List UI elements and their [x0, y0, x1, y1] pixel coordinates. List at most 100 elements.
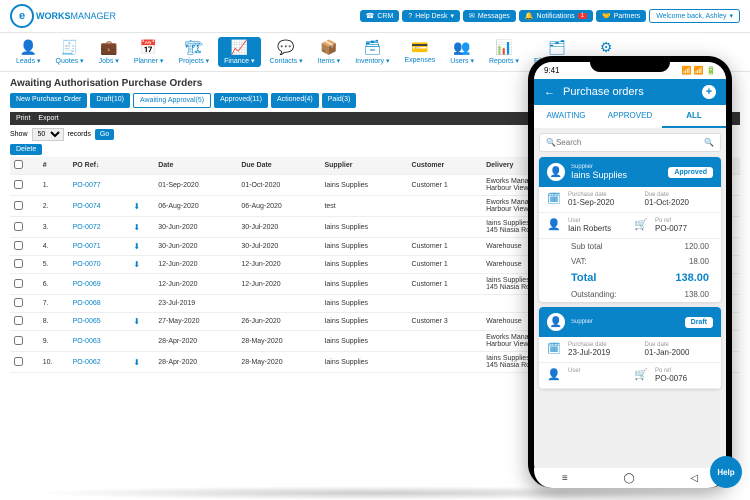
nav-icon: 🗂 [548, 39, 566, 56]
android-nav: ≡ ◯ ◁ [534, 468, 726, 488]
row-checkbox[interactable] [14, 316, 23, 325]
nav-item[interactable]: 💳Expenses [398, 37, 441, 67]
messages-link[interactable]: ✉ Messages [463, 10, 516, 22]
row-checkbox[interactable] [14, 259, 23, 268]
nav-item[interactable]: 📈Finance ▾ [218, 37, 260, 67]
back-button[interactable]: ◁ [690, 473, 698, 484]
nav-icon: 📦 [320, 39, 337, 56]
nav-item[interactable]: 📊Reports ▾ [483, 37, 525, 67]
cart-icon: 🛒 [634, 218, 647, 233]
po-ref-link[interactable]: PO-0072 [69, 217, 130, 238]
user-icon: 👤 [547, 368, 560, 383]
app-header: ← Purchase orders + [534, 79, 726, 105]
po-ref-link[interactable]: PO-0074 [69, 196, 130, 217]
po-ref-link[interactable]: PO-0069 [69, 274, 130, 295]
avatar-icon: 👤 [547, 163, 565, 181]
recent-button[interactable]: ≡ [562, 473, 568, 484]
top-links: ☎ CRM ? Help Desk ▾ ✉ Messages 🔔 Notific… [360, 9, 740, 23]
nav-item[interactable]: 📅Planner ▾ [128, 37, 170, 67]
help-fab[interactable]: Help [710, 456, 742, 488]
po-ref-link[interactable]: PO-0077 [69, 175, 130, 196]
back-arrow-icon[interactable]: ← [544, 86, 555, 98]
status-badge: Approved [668, 167, 713, 178]
row-checkbox[interactable] [14, 241, 23, 250]
export-button[interactable]: Export [38, 115, 58, 122]
nav-item[interactable]: 🧾Quotes ▾ [50, 37, 90, 67]
status-tab[interactable]: Paid(3) [322, 93, 357, 108]
cart-icon: 🛒 [634, 368, 647, 383]
phone-notch [590, 62, 670, 72]
download-icon[interactable]: ⬇ [133, 260, 140, 269]
logo: e WORKSMANAGER [10, 4, 116, 28]
avatar-icon: 👤 [547, 313, 565, 331]
nav-icon: 📈 [231, 39, 248, 56]
download-icon[interactable]: ⬇ [133, 202, 140, 211]
helpdesk-link[interactable]: ? Help Desk ▾ [402, 10, 460, 22]
calendar-icon: 🗓 [547, 342, 560, 357]
po-ref-link[interactable]: PO-0062 [69, 352, 130, 373]
nav-icon: 👤 [20, 39, 37, 56]
row-checkbox[interactable] [14, 201, 23, 210]
download-icon[interactable]: ⬇ [133, 317, 140, 326]
home-button[interactable]: ◯ [623, 473, 634, 484]
row-checkbox[interactable] [14, 298, 23, 307]
nav-icon: ⚙ [600, 39, 613, 56]
tab-approved[interactable]: APPROVED [598, 105, 662, 128]
status-tab[interactable]: Actioned(4) [271, 93, 319, 108]
status-tab[interactable]: Awaiting Approval(5) [133, 93, 211, 108]
search-icon-left: 🔍 [546, 138, 556, 147]
po-ref-link[interactable]: PO-0070 [69, 256, 130, 274]
download-icon[interactable]: ⬇ [133, 242, 140, 251]
row-checkbox[interactable] [14, 336, 23, 345]
delete-button[interactable]: Delete [10, 144, 42, 155]
nav-icon: 🏗 [185, 39, 203, 56]
go-button[interactable]: Go [95, 129, 114, 140]
nav-icon: 📅 [140, 39, 157, 56]
tab-awaiting[interactable]: AWAITING [534, 105, 598, 128]
add-button[interactable]: + [702, 85, 716, 99]
nav-item[interactable]: 👤Leads ▾ [10, 37, 47, 67]
nav-item[interactable]: 👥Users ▾ [444, 37, 480, 67]
nav-icon: 💬 [277, 39, 294, 56]
topbar: e WORKSMANAGER ☎ CRM ? Help Desk ▾ ✉ Mes… [0, 0, 750, 33]
status-tab[interactable]: Draft(10) [90, 93, 130, 108]
po-card[interactable]: 👤 Supplier Iains Supplies Approved 🗓 Pur… [539, 157, 721, 302]
tab-all[interactable]: ALL [662, 105, 726, 128]
partners-link[interactable]: 🤝 Partners [596, 10, 646, 22]
nav-icon: 💼 [100, 39, 117, 56]
records-select[interactable]: 50 [32, 128, 64, 141]
po-card[interactable]: 👤 Supplier Draft 🗓 Purchase date23-Jul-2… [539, 307, 721, 389]
search-icon-right[interactable]: 🔍 [704, 138, 714, 147]
po-ref-link[interactable]: PO-0065 [69, 313, 130, 331]
po-ref-link[interactable]: PO-0063 [69, 331, 130, 352]
row-checkbox[interactable] [14, 180, 23, 189]
nav-item[interactable]: 📦Items ▾ [312, 37, 347, 67]
nav-item[interactable]: 🏗Projects ▾ [172, 37, 215, 67]
phone-mockup: 9:41📶 📶 🔋 ← Purchase orders + AWAITING A… [528, 56, 732, 488]
row-checkbox[interactable] [14, 357, 23, 366]
status-tab[interactable]: Approved(11) [214, 93, 268, 108]
nav-item[interactable]: 💼Jobs ▾ [93, 37, 125, 67]
nav-item[interactable]: 💬Contacts ▾ [264, 37, 309, 67]
user-icon: 👤 [547, 218, 560, 233]
notifications-link[interactable]: 🔔 Notifications 1 [519, 10, 593, 22]
row-checkbox[interactable] [14, 279, 23, 288]
download-icon[interactable]: ⬇ [133, 223, 140, 232]
print-button[interactable]: Print [16, 115, 30, 122]
status-tab[interactable]: New Purchase Order [10, 93, 87, 108]
search-input[interactable] [556, 138, 704, 147]
crm-link[interactable]: ☎ CRM [360, 10, 400, 22]
search-box[interactable]: 🔍 🔍 [539, 133, 721, 152]
po-ref-link[interactable]: PO-0071 [69, 238, 130, 256]
app-title: Purchase orders [563, 86, 644, 98]
download-icon[interactable]: ⬇ [133, 358, 140, 367]
po-ref-link[interactable]: PO-0068 [69, 295, 130, 313]
nav-item[interactable]: 🗃Inventory ▾ [349, 37, 395, 67]
status-badge: Draft [685, 317, 713, 328]
select-all-checkbox[interactable] [14, 160, 23, 169]
calendar-icon: 🗓 [547, 192, 560, 207]
row-checkbox[interactable] [14, 222, 23, 231]
app-tabs: AWAITING APPROVED ALL [534, 105, 726, 128]
nav-icon: 📊 [495, 39, 512, 56]
welcome-text[interactable]: Welcome back, Ashley ▾ [649, 9, 740, 23]
